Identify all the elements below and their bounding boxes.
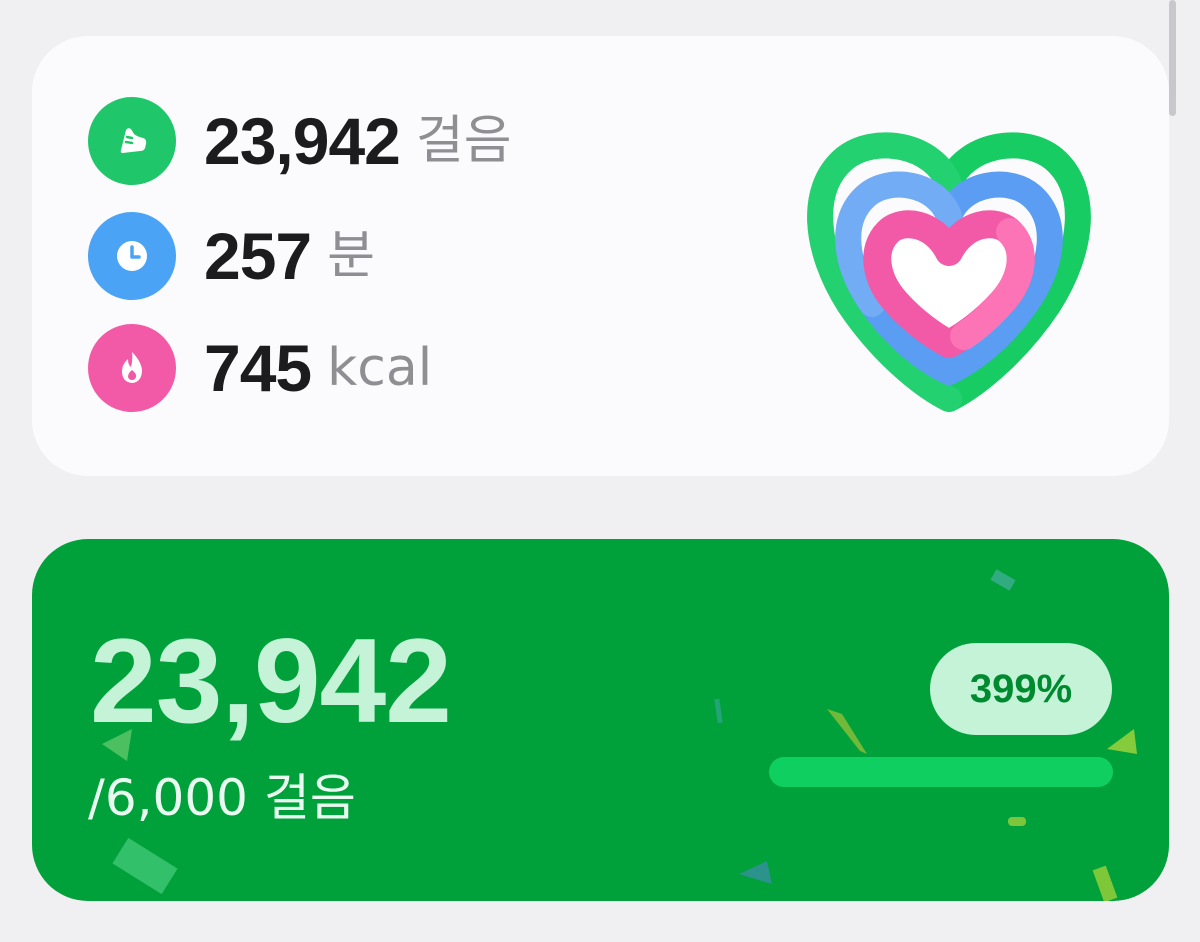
clock-icon — [88, 212, 176, 300]
steps-unit: 걸음 — [415, 111, 512, 171]
calories-unit: kcal — [327, 338, 433, 398]
flame-icon — [88, 324, 176, 412]
calories-stat: 745 kcal — [88, 318, 432, 418]
steps-goal-text: /6,000 걸음 — [88, 769, 356, 827]
shoe-icon — [88, 97, 176, 185]
minutes-stat: 257 분 — [88, 206, 375, 306]
steps-stat: 23,942 걸음 — [88, 91, 512, 191]
scrollbar[interactable] — [1169, 0, 1176, 116]
steps-goal-card[interactable]: 23,942 /6,000 걸음 399% — [32, 539, 1169, 901]
activity-heart-icon[interactable] — [784, 104, 1114, 434]
activity-summary-card[interactable]: 23,942 걸음 257 분 745 kcal — [32, 36, 1169, 476]
steps-progress-fill — [769, 757, 1113, 787]
percent-badge: 399% — [930, 643, 1112, 735]
steps-count: 23,942 — [90, 614, 452, 748]
minutes-value: 257 — [204, 219, 312, 293]
minutes-unit: 분 — [327, 226, 375, 286]
calories-value: 745 — [204, 331, 312, 405]
steps-value: 23,942 — [204, 104, 401, 178]
steps-progress-bar — [769, 757, 1113, 787]
